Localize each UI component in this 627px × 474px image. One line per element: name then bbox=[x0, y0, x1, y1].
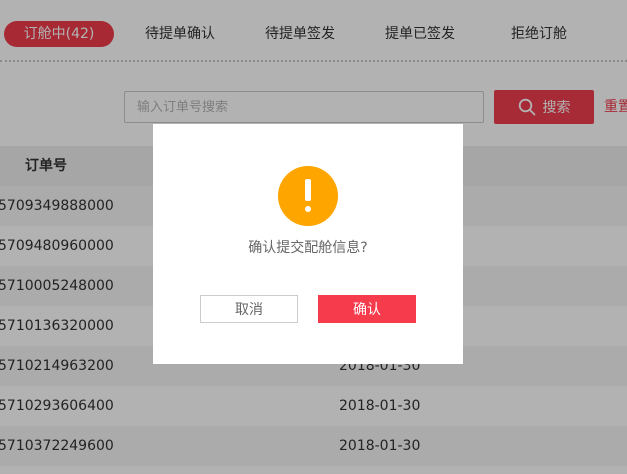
confirm-dialog: 确认提交配舱信息? 取消 确认 bbox=[153, 124, 463, 364]
dialog-message: 确认提交配舱信息? bbox=[248, 240, 368, 256]
confirm-button[interactable]: 确认 bbox=[318, 295, 416, 323]
cancel-button[interactable]: 取消 bbox=[200, 295, 298, 323]
warning-icon bbox=[278, 166, 338, 226]
